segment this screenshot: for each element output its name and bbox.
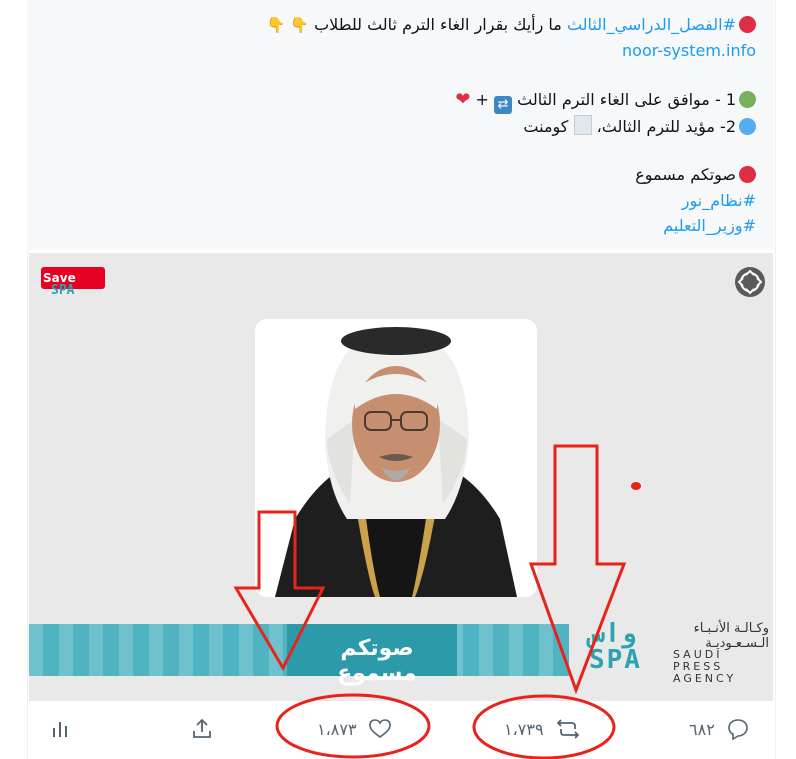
option2-text: 2- مؤيد للترم الثالث، — [591, 117, 736, 136]
like-count: ١،٨٧٣ — [317, 719, 357, 739]
share-button[interactable] — [191, 714, 213, 744]
repeat-emoji-icon: ⇄ — [494, 96, 513, 114]
spa-english-name: SAUDI PRESS AGENCY — [673, 649, 769, 685]
reply-icon — [727, 719, 748, 740]
tweet-line-option2: 2- مؤيد للترم الثالث، كومنت — [523, 115, 756, 138]
tweet-line-1-text: ما رأيك بقرار الغاء الترم ثالث للطلاب — [314, 15, 567, 34]
spa-logo: واس SPA وكـالـة الأنـبـاء الـسـعـوديـة S… — [589, 621, 769, 685]
spa-arabic-name: وكـالـة الأنـبـاء الـسـعـوديـة — [694, 621, 769, 651]
expand-icon[interactable] — [735, 267, 765, 297]
retweet-count: ١،٧٣٩ — [504, 719, 544, 739]
spa-mark: واس SPA — [589, 621, 642, 673]
spa-english-line2: AGENCY — [673, 672, 737, 685]
blue-circle-icon — [739, 118, 756, 135]
tweet-line-1: #الفصل_الدراسي_الثالث ما رأيك بقرار الغا… — [267, 14, 756, 36]
mini-spa-logo: SPA — [51, 283, 75, 298]
retweet-icon — [556, 719, 579, 739]
retweet-button[interactable]: ١،٧٣٩ — [504, 714, 580, 744]
pointing-down-emoji-icon: 👇 👇 — [266, 16, 309, 34]
portrait-photo — [255, 319, 537, 597]
spa-arabic-line1: وكـالـة الأنـبـاء — [693, 621, 769, 636]
spa-english-line1: SAUDI PRESS — [673, 648, 724, 673]
tweet-action-bar: ١،٨٧٣ ١،٧٣٩ ٦٨٢ — [27, 702, 774, 759]
tweet-line-option1: 1 - موافق على الغاء الترم الثالث ⇄ + ❤ — [455, 89, 756, 114]
spa-mark-top: واس — [589, 619, 636, 649]
tweet-line-link: noor-system.info — [622, 40, 756, 62]
banner-text: صوتكم مسموع — [337, 636, 417, 686]
like-button[interactable]: ١،٨٧٣ — [317, 714, 391, 744]
spa-mark-bottom: SPA — [589, 645, 642, 675]
reply-button[interactable]: ٦٨٢ — [689, 714, 749, 744]
green-circle-icon — [739, 91, 756, 108]
option1-plus: + — [470, 90, 495, 109]
heart-emoji-icon: ❤ — [455, 89, 471, 110]
analytics-button[interactable] — [51, 714, 69, 744]
like-icon — [368, 719, 391, 738]
hashtag-minister[interactable]: #وزير_التعليم — [663, 216, 756, 235]
hashtag-nour[interactable]: #نظام_نور — [682, 191, 756, 210]
red-circle-icon — [739, 16, 756, 33]
reply-count: ٦٨٢ — [689, 719, 715, 739]
tweet-line-vote: صوتكم مسموع — [635, 164, 756, 186]
option2-suffix: كومنت — [523, 117, 574, 136]
share-icon — [193, 718, 211, 738]
scroll-emoji-icon — [573, 115, 592, 135]
analytics-icon — [53, 722, 67, 737]
tweet-line-hashtag-nour: #نظام_نور — [682, 190, 756, 212]
tweet-line-hashtag-minister: #وزير_التعليم — [663, 215, 756, 237]
tweet-link[interactable]: noor-system.info — [622, 41, 756, 60]
vote-text: صوتكم مسموع — [635, 165, 736, 184]
option1-text: 1 - موافق على الغاء الترم الثالث — [517, 90, 736, 109]
banner: صوتكم مسموع — [29, 624, 569, 686]
red-circle-icon — [739, 166, 756, 183]
hashtag-third-semester[interactable]: #الفصل_الدراسي_الثالث — [567, 15, 736, 34]
tweet-media-image[interactable]: Save SPA صوتكم مسموع واس SPA وكـالـة الأ… — [29, 253, 773, 701]
